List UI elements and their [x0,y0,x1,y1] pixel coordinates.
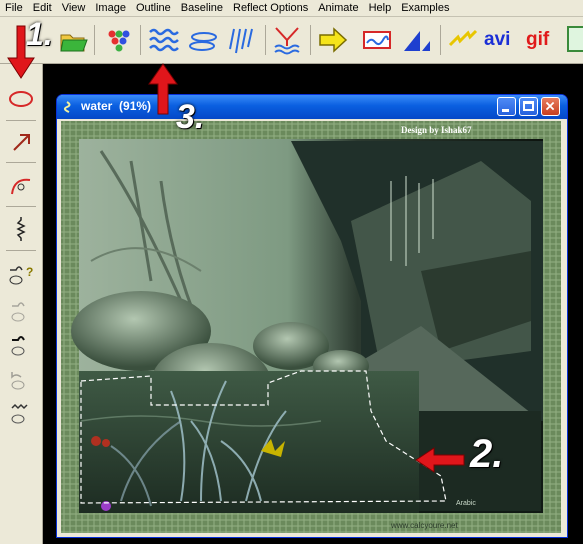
svg-text:?: ? [26,265,33,279]
wave-tool-2[interactable] [4,296,38,326]
arrow-tool[interactable] [4,126,38,156]
color-dots-icon [108,30,130,52]
triangle-icon [404,31,430,51]
menu-reflect-options[interactable]: Reflect Options [228,0,313,16]
reflect-button[interactable] [270,23,304,57]
zigzag-icon [16,217,26,241]
website-text: www.calcyoure.net [390,521,458,530]
menu-edit[interactable]: Edit [28,0,57,16]
zigzag-tool[interactable] [4,214,38,244]
menu-view[interactable]: View [57,0,91,16]
framed-water-icon [363,31,391,49]
screen-button[interactable] [566,23,583,57]
lightning-icon [448,29,478,47]
open-folder-button[interactable] [56,23,90,57]
wave-tool-4[interactable] [4,364,38,394]
minimize-button[interactable] [497,97,516,116]
water-waves-button[interactable] [147,23,181,57]
menu-baseline[interactable]: Baseline [176,0,228,16]
waves-icon [149,28,179,52]
close-button[interactable] [541,97,560,116]
menu-file[interactable]: File [0,0,28,16]
ellipse-tool[interactable] [4,84,38,114]
menu-examples[interactable]: Examples [396,0,454,16]
window-title: water (91%) [81,99,152,113]
app-icon [63,101,71,113]
ripple-icon [189,32,217,51]
menu-image[interactable]: Image [90,0,131,16]
tool-sidebar: ? [0,64,43,544]
wave-curl-icon [11,372,25,390]
watermark-arabic: Arabic [456,500,476,507]
annotation-step-2: 2. [470,432,504,476]
color-palette-button[interactable] [102,23,136,57]
wave-zigzag-icon [11,403,28,424]
wave-shape-icon [11,302,25,322]
menu-outline[interactable]: Outline [131,0,176,16]
wave-help-tool[interactable]: ? [4,258,38,288]
curve-tool[interactable] [4,170,38,200]
rain-icon [229,28,253,54]
avi-export-button[interactable]: avi [484,25,518,59]
annotation-arrow-up [148,63,178,115]
next-arrow-button[interactable] [316,23,350,57]
wave-question-icon: ? [9,265,33,285]
folder-icon [60,34,88,52]
lightning-button[interactable] [446,23,480,57]
menu-animate[interactable]: Animate [313,0,363,16]
frame-button[interactable] [360,23,394,57]
menu-help[interactable]: Help [364,0,397,16]
curve-arrow-icon [11,178,31,195]
menu-bar: File Edit View Image Outline Baseline Reflect … [0,0,583,17]
perspective-button[interactable] [400,23,434,57]
annotation-arrow-down [7,25,35,79]
wave-tool-5[interactable] [4,398,38,428]
reflection-icon [274,27,300,55]
annotation-arrow-left [415,447,465,473]
annotation-step-3: 3. [176,98,205,136]
maximize-button[interactable] [519,97,538,116]
toolbar: avi gif [0,17,583,64]
monitor-icon [567,26,583,52]
ripples-button[interactable] [187,23,221,57]
ellipse-icon [9,91,33,107]
close-icon [545,101,555,111]
window-titlebar[interactable]: water (91%) [57,95,567,119]
gif-export-button[interactable]: gif [526,25,560,59]
credit-text: Design by Ishak67 [401,125,472,135]
wave-tool-3[interactable] [4,330,38,360]
rain-button[interactable] [226,23,260,57]
diagonal-arrow-icon [13,134,30,151]
arrow-right-icon [319,27,348,53]
wave-dark-icon [11,336,25,356]
